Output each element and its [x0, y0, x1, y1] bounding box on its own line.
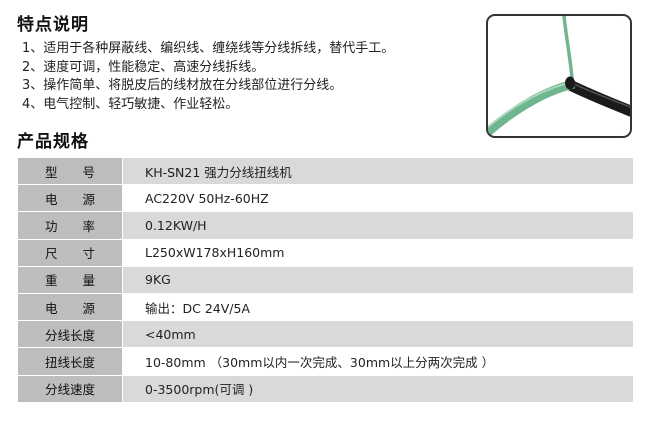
- table-row: 重 量 9KG: [17, 265, 634, 294]
- table-row: 电 源 AC220V 50Hz-60HZ: [17, 184, 634, 213]
- spec-label: 尺 寸: [17, 238, 123, 267]
- specs-heading: 产品规格: [17, 132, 89, 152]
- spec-value: 9KG: [122, 265, 634, 294]
- spec-label: 扭线长度: [17, 347, 123, 376]
- table-row: 电 源 输出：DC 24V/5A: [17, 292, 634, 322]
- spec-value: 0-3500rpm(可调 ): [122, 374, 634, 403]
- table-row: 型 号 KH-SN21 强力分线扭线机: [17, 156, 634, 186]
- spec-value: L250xW178xH160mm: [122, 238, 634, 267]
- table-row: 分线长度 <40mm: [17, 320, 634, 349]
- spec-label: 功 率: [17, 211, 123, 240]
- spec-value: KH-SN21 强力分线扭线机: [122, 156, 634, 186]
- feature-item-3: 3、操作简单、将脱皮后的线材放在分线部位进行分线。: [22, 78, 343, 93]
- spec-value: 10-80mm （30mm以内一次完成、30mm以上分两次完成 ）: [122, 347, 634, 376]
- feature-item-2: 2、速度可调，性能稳定、高速分线拆线。: [22, 59, 265, 75]
- spec-value: AC220V 50Hz-60HZ: [122, 184, 634, 213]
- table-row: 分线速度 0-3500rpm(可调 ): [17, 374, 634, 403]
- product-spec-sheet: 特点说明 1、适用于各种屏蔽线、编织线、缠绕线等分线拆线，替代手工。 2、速度可…: [0, 0, 650, 427]
- spec-value: 0.12KW/H: [122, 211, 634, 240]
- spec-label: 分线长度: [17, 320, 123, 349]
- features-heading: 特点说明: [17, 15, 89, 35]
- feature-item-1: 1、适用于各种屏蔽线、编织线、缠绕线等分线拆线，替代手工。: [22, 41, 395, 56]
- table-row: 功 率 0.12KW/H: [17, 211, 634, 240]
- wire-cable-icon: [488, 16, 630, 136]
- table-row: 尺 寸 L250xW178xH160mm: [17, 238, 634, 267]
- spec-label: 分线速度: [17, 374, 123, 403]
- table-row: 扭线长度 10-80mm （30mm以内一次完成、30mm以上分两次完成 ）: [17, 347, 634, 376]
- feature-item-4: 4、电气控制、轻巧敏捷、作业轻松。: [22, 96, 239, 112]
- features-list: 1、适用于各种屏蔽线、编织线、缠绕线等分线拆线，替代手工。 2、速度可调，性能稳…: [22, 40, 394, 114]
- spec-label: 型 号: [17, 156, 123, 186]
- specs-table: 型 号 KH-SN21 强力分线扭线机 电 源 AC220V 50Hz-60HZ…: [17, 156, 634, 403]
- spec-value: 输出：DC 24V/5A: [122, 292, 634, 322]
- wire-cable-photo: [486, 14, 632, 138]
- spec-value: <40mm: [122, 320, 634, 349]
- spec-label: 电 源: [17, 292, 123, 322]
- spec-label: 电 源: [17, 184, 123, 213]
- spec-label: 重 量: [17, 265, 123, 294]
